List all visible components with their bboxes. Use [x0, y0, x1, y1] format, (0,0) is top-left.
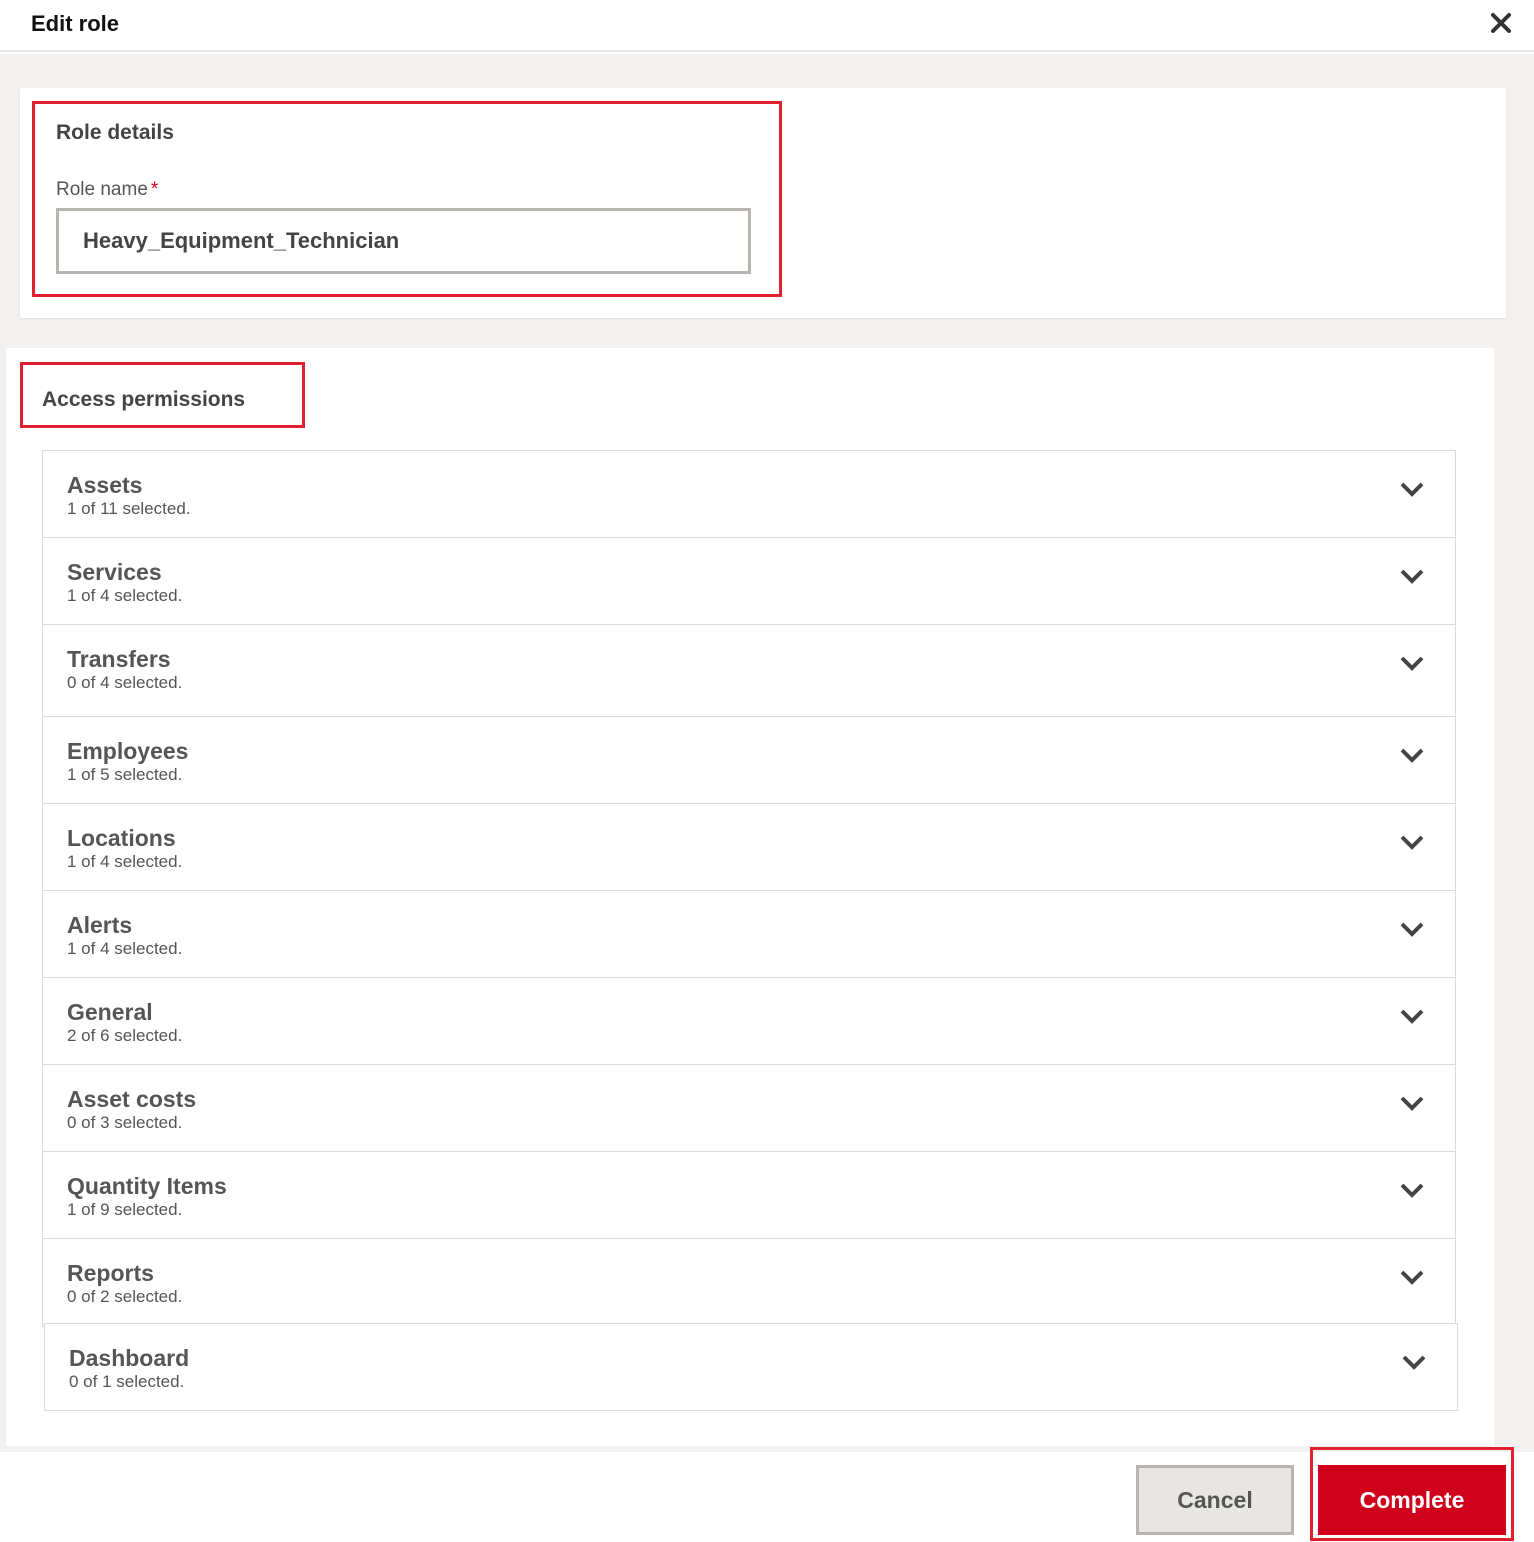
accordion-item-employees[interactable]: Employees 1 of 5 selected.	[43, 717, 1455, 804]
chevron-down-icon	[1400, 1096, 1424, 1111]
accordion-item-title: Alerts	[67, 912, 133, 938]
accordion-item-reports[interactable]: Reports 0 of 2 selected.	[43, 1239, 1455, 1326]
chevron-down-icon	[1400, 569, 1424, 584]
complete-button[interactable]: Complete	[1318, 1465, 1506, 1535]
accordion-item-title: Employees	[67, 738, 189, 764]
accordion-item-count: 1 of 11 selected.	[67, 499, 191, 518]
dialog-header: Edit role	[0, 0, 1534, 52]
close-icon	[1491, 13, 1511, 33]
accordion-item-alerts[interactable]: Alerts 1 of 4 selected.	[43, 891, 1455, 978]
accordion-item-dashboard[interactable]: Dashboard 0 of 1 selected.	[44, 1323, 1458, 1411]
accordion-item-count: 1 of 4 selected.	[67, 852, 183, 871]
chevron-down-icon	[1400, 835, 1424, 850]
role-details-panel	[20, 88, 1506, 318]
accordion-item-count: 0 of 1 selected.	[69, 1372, 185, 1391]
access-permissions-title: Access permissions	[42, 388, 246, 411]
cancel-button[interactable]: Cancel	[1136, 1465, 1294, 1535]
accordion-item-count: 0 of 4 selected.	[67, 673, 183, 692]
role-details-title: Role details	[56, 121, 174, 144]
chevron-down-icon	[1400, 922, 1424, 937]
accordion-item-locations[interactable]: Locations 1 of 4 selected.	[43, 804, 1455, 891]
accordion-item-title: Services	[67, 559, 162, 585]
permissions-accordion: Assets 1 of 11 selected. Services 1 of 4…	[42, 450, 1456, 1327]
accordion-item-asset-costs[interactable]: Asset costs 0 of 3 selected.	[43, 1065, 1455, 1152]
required-marker: *	[150, 179, 159, 200]
dialog-footer	[0, 1452, 1534, 1542]
accordion-item-count: 2 of 6 selected.	[67, 1026, 183, 1045]
accordion-item-title: Quantity Items	[67, 1173, 227, 1199]
accordion-item-count: 1 of 5 selected.	[67, 765, 183, 784]
close-button[interactable]	[1486, 8, 1516, 38]
chevron-down-icon	[1400, 748, 1424, 763]
accordion-item-count: 1 of 4 selected.	[67, 586, 183, 605]
accordion-item-title: Assets	[67, 472, 143, 498]
accordion-item-general[interactable]: General 2 of 6 selected.	[43, 978, 1455, 1065]
accordion-item-transfers[interactable]: Transfers 0 of 4 selected.	[43, 625, 1455, 717]
chevron-down-icon	[1400, 1183, 1424, 1198]
chevron-down-icon	[1400, 656, 1424, 671]
accordion-item-count: 1 of 4 selected.	[67, 939, 183, 958]
accordion-item-services[interactable]: Services 1 of 4 selected.	[43, 538, 1455, 625]
accordion-item-title: Reports	[67, 1260, 154, 1286]
role-name-label: Role name *	[56, 179, 158, 201]
accordion-item-title: Asset costs	[67, 1086, 197, 1112]
dialog-title: Edit role	[31, 11, 120, 36]
role-name-label-text: Role name	[56, 179, 148, 200]
chevron-down-icon	[1400, 1009, 1424, 1024]
chevron-down-icon	[1400, 1270, 1424, 1285]
accordion-item-count: 1 of 9 selected.	[67, 1200, 183, 1219]
accordion-item-title: Transfers	[67, 646, 171, 672]
accordion-item-title: Dashboard	[69, 1345, 190, 1371]
accordion-item-title: Locations	[67, 825, 176, 851]
chevron-down-icon	[1400, 482, 1424, 497]
accordion-item-count: 0 of 2 selected.	[67, 1287, 183, 1306]
accordion-item-quantity-items[interactable]: Quantity Items 1 of 9 selected.	[43, 1152, 1455, 1239]
accordion-item-assets[interactable]: Assets 1 of 11 selected.	[43, 451, 1455, 538]
accordion-item-title: General	[67, 999, 153, 1025]
accordion-item-count: 0 of 3 selected.	[67, 1113, 183, 1132]
chevron-down-icon	[1402, 1355, 1426, 1370]
role-name-input[interactable]	[56, 208, 751, 274]
